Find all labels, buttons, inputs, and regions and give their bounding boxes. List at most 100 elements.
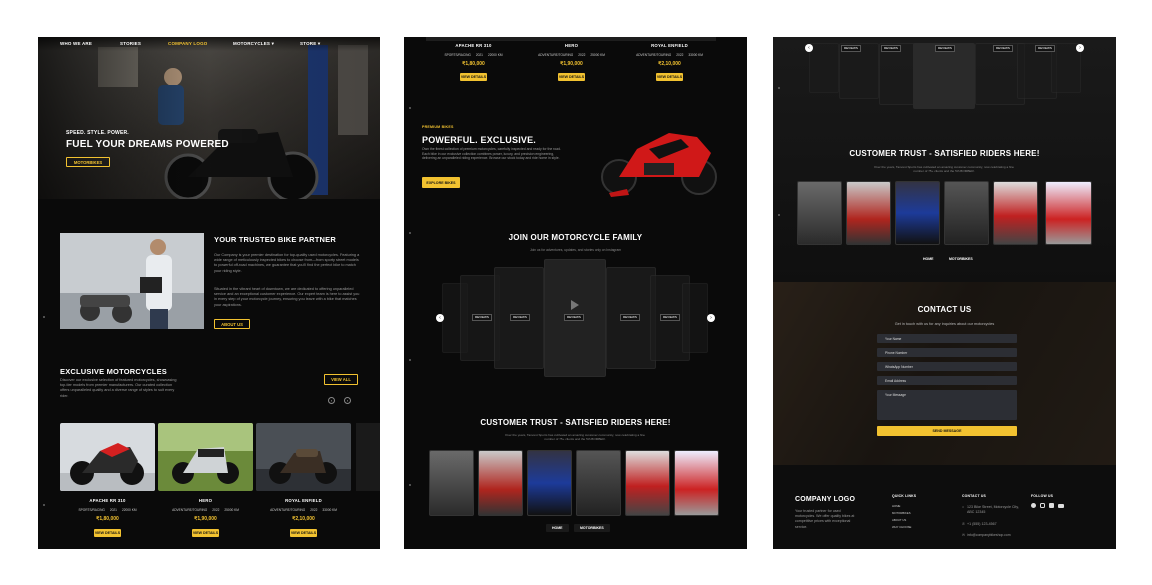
view-details-button[interactable]: VIEW DETAILS [558, 73, 585, 81]
send-message-button[interactable]: SEND MESSAGE [877, 426, 1017, 436]
partner-title: YOUR TRUSTED BIKE PARTNER [214, 235, 336, 244]
bike-type: ADVENTURE/TOURING [172, 508, 208, 512]
rider-photo[interactable] [576, 450, 621, 516]
tab-home[interactable]: HOME [917, 255, 940, 263]
rider-photo[interactable] [478, 450, 523, 516]
tab-motorbikes[interactable]: MOTORBIKES [574, 524, 610, 532]
bike-image[interactable] [256, 423, 351, 491]
view-details-button[interactable]: VIEW DETAILS [290, 529, 317, 537]
family-prev-button[interactable]: ‹ [436, 314, 444, 322]
exclusive-title: EXCLUSIVE MOTORCYCLES [60, 367, 167, 376]
rider-photo[interactable] [1045, 181, 1092, 245]
nav-logo[interactable]: COMPANY LOGO [168, 41, 208, 46]
video-card[interactable] [682, 283, 708, 353]
rider-photo[interactable] [429, 450, 474, 516]
footer-phone: +1 (555) 123-4567 [967, 522, 997, 526]
hero-motorbikes-button[interactable]: MOTORBIKES [66, 157, 110, 167]
carousel-next-button[interactable]: › [1076, 44, 1084, 52]
footer-link-home[interactable]: HOME [892, 504, 900, 508]
bike-specs: SPORTS/RACING 2021 22000 KM [426, 53, 521, 57]
tab-motorbikes[interactable]: MOTORBIKES [943, 255, 979, 263]
rider-photo[interactable] [944, 181, 989, 245]
whatsapp-field[interactable]: WhatsApp Number [877, 362, 1017, 371]
video-label: REVIEWS [1035, 45, 1055, 52]
promo-title: POWERFUL. EXCLUSIVE. [422, 135, 537, 145]
promo-kicker: PREMIUM BIKES [422, 125, 454, 129]
rider-photo[interactable] [846, 181, 891, 245]
explore-bikes-button[interactable]: EXPLORE BIKES [422, 177, 460, 188]
phone-field[interactable]: Phone Number [877, 348, 1017, 357]
view-details-button[interactable]: VIEW DETAILS [460, 73, 487, 81]
hero-image [38, 37, 380, 199]
family-subtitle: Join us for adventures, updates, and sto… [529, 248, 622, 252]
trust-title: CUSTOMER TRUST - SATISFIED RIDERS HERE! [480, 418, 671, 427]
bike-price: ₹2,10,000 [658, 61, 681, 67]
video-card[interactable] [809, 43, 839, 93]
family-next-button[interactable]: › [707, 314, 715, 322]
view-details-button[interactable]: VIEW DETAILS [192, 529, 219, 537]
about-us-button[interactable]: ABOUT US [214, 319, 250, 329]
rider-photo[interactable] [625, 450, 670, 516]
rider-photo[interactable] [895, 181, 940, 245]
contact-subtitle: Get in touch with us for any inquiries a… [894, 322, 995, 326]
rider-photo[interactable] [797, 181, 842, 245]
footer-about: Your trusted partner for used motorcycle… [795, 509, 855, 529]
bike-price: ₹1,80,000 [462, 61, 485, 67]
bike-year: 2021 [109, 508, 117, 512]
carousel-prev-button[interactable]: ‹ [328, 397, 335, 404]
play-icon [571, 300, 579, 310]
contact-title: CONTACT US [917, 305, 972, 314]
footer [773, 465, 1116, 549]
rider-photo[interactable] [674, 450, 719, 516]
email-icon: ✉ [962, 533, 966, 537]
panel-home-bottom: REVIEWS REVIEWS REVIEWS REVIEWS REVIEWS … [773, 37, 1116, 549]
facebook-icon[interactable] [1031, 503, 1036, 508]
rider-photo[interactable] [527, 450, 572, 516]
tab-home[interactable]: HOME [546, 524, 569, 532]
bike-specs: ADVENTURE/TOURING 2022 25000 KM [524, 53, 619, 57]
side-dot [43, 504, 45, 506]
footer-email[interactable]: info@companybikeshop.com [967, 533, 1011, 537]
carousel-next-button[interactable]: › [344, 397, 351, 404]
bike-type: ADVENTURE/TOURING [636, 53, 672, 57]
bike-km: 22000 KM [487, 53, 503, 57]
footer-link-why[interactable]: WHY CHOOSE [892, 525, 911, 529]
message-field[interactable]: Your Message [877, 390, 1017, 420]
side-dot [409, 359, 411, 361]
rider-photo[interactable] [993, 181, 1038, 245]
nav-motorcycles[interactable]: MOTORCYCLES ▾ [233, 41, 274, 47]
email-field[interactable]: Email Address [877, 376, 1017, 385]
bike-km: 33000 KM [322, 508, 337, 512]
bike-km: 22000 KM [121, 508, 137, 512]
view-all-button[interactable]: VIEW ALL [324, 374, 358, 385]
phone-icon: ✆ [962, 522, 966, 526]
bike-image[interactable] [60, 423, 155, 491]
trust-subtitle: Over the years, Tanvest Sports has culti… [873, 165, 1015, 174]
panel-home-middle: APACHE RR 310 SPORTS/RACING 2021 22000 KM … [404, 37, 747, 549]
hero-tagline: SPEED. STYLE. POWER. [66, 130, 129, 136]
footer-link-motorbikes[interactable]: MOTORBIKES [892, 511, 911, 515]
nav-store[interactable]: STORE ▾ [300, 41, 320, 47]
bike-specs: ADVENTURE/TOURING 2022 33000 KM [622, 53, 717, 57]
footer-link-about[interactable]: ABOUT US [892, 518, 906, 522]
nav-who-we-are[interactable]: WHO WE ARE [60, 41, 92, 46]
video-label: REVIEWS [620, 314, 640, 321]
linkedin-icon[interactable] [1049, 503, 1054, 508]
instagram-icon[interactable] [1040, 503, 1045, 508]
side-dot [778, 87, 780, 89]
name-field[interactable]: Your Name [877, 334, 1017, 343]
bike-name: ROYAL ENFIELD [285, 498, 322, 503]
red-sportbike-image [601, 133, 717, 197]
youtube-icon[interactable] [1058, 504, 1064, 508]
footer-logo[interactable]: COMPANY LOGO [795, 496, 855, 503]
bike-price: ₹2,10,000 [292, 516, 315, 522]
view-details-button[interactable]: VIEW DETAILS [656, 73, 683, 81]
side-dot [43, 316, 45, 318]
bike-image[interactable] [158, 423, 253, 491]
video-card[interactable] [913, 43, 975, 109]
carousel-prev-button[interactable]: ‹ [805, 44, 813, 52]
view-details-button[interactable]: VIEW DETAILS [94, 529, 121, 537]
video-label: REVIEWS [881, 45, 901, 52]
bike-km: 33000 KM [688, 53, 703, 57]
nav-stories[interactable]: STORIES [120, 41, 141, 46]
